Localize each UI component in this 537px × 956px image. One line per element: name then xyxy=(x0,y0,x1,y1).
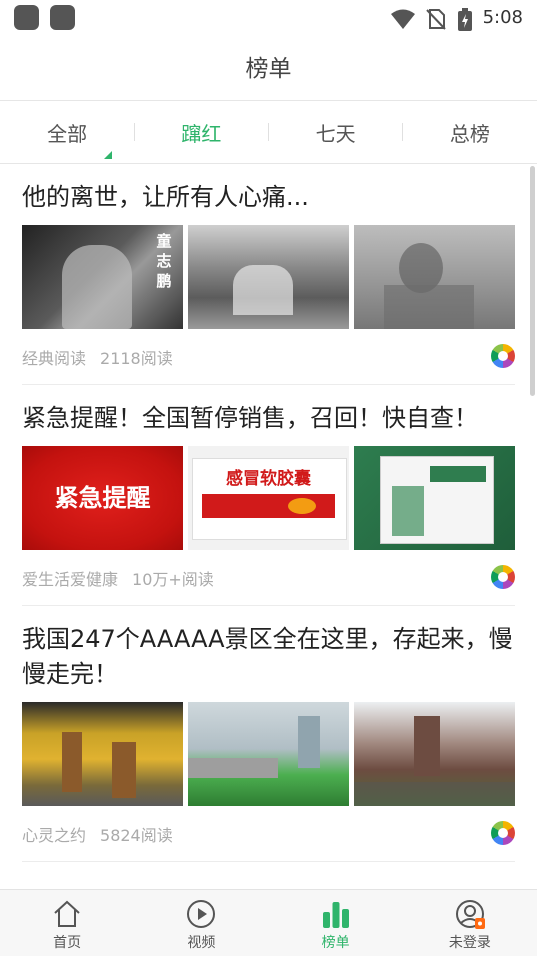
article-images xyxy=(22,702,515,806)
article-card[interactable]: 他的离世，让所有人心痛... 童志鹏 经典阅读 2118阅读 xyxy=(22,164,515,385)
source-logo-icon xyxy=(491,344,515,368)
battery-icon xyxy=(458,8,472,31)
nav-video[interactable]: 视频 xyxy=(134,890,268,956)
article-image xyxy=(354,446,515,550)
tab-overall-label: 总榜 xyxy=(449,121,490,146)
article-title[interactable]: 紧急提醒！全国暂停销售，召回！快自查！ xyxy=(22,401,515,436)
article-meta: 爱生活爱健康 10万+阅读 xyxy=(22,550,515,605)
article-image: 感冒软胶囊 xyxy=(188,446,349,550)
source-logo-icon xyxy=(491,821,515,845)
article-image xyxy=(188,225,349,329)
article-image xyxy=(354,702,515,806)
wifi-icon xyxy=(391,9,415,29)
article-image xyxy=(22,702,183,806)
article-images: 紧急提醒 感冒软胶囊 xyxy=(22,446,515,550)
dropdown-caret-icon xyxy=(104,150,113,159)
article-meta: 心灵之约 5824阅读 xyxy=(22,806,515,861)
tab-seven-days-label: 七天 xyxy=(315,121,356,146)
article-image: 紧急提醒 xyxy=(22,446,183,550)
play-icon xyxy=(187,900,216,928)
tab-trending[interactable]: 蹿红 xyxy=(134,118,268,147)
page-title: 榜单 xyxy=(0,38,537,101)
nav-ranking[interactable]: 榜单 xyxy=(269,890,403,956)
article-title[interactable]: 我国247个AAAAA景区全在这里，存起来，慢慢走完！ xyxy=(22,622,515,692)
article-source: 心灵之约 xyxy=(22,825,87,845)
article-source: 经典阅读 xyxy=(22,348,87,368)
article-read-count: 2118阅读 xyxy=(100,348,173,368)
article-read-count: 5824阅读 xyxy=(100,825,173,845)
no-sim-icon xyxy=(426,9,446,30)
article-title[interactable]: 他的离世，让所有人心痛... xyxy=(22,180,515,215)
tab-all-label: 全部 xyxy=(47,121,88,146)
article-card[interactable]: 我国247个AAAAA景区全在这里，存起来，慢慢走完！ 心灵之约 5824阅读 xyxy=(22,606,515,862)
nav-home[interactable]: 首页 xyxy=(0,890,134,956)
clock: 5:08 xyxy=(482,7,523,28)
article-source: 爱生活爱健康 xyxy=(22,569,119,589)
status-bar: 5:08 xyxy=(0,0,537,38)
article-read-count: 10万+阅读 xyxy=(132,569,214,589)
article-card[interactable]: 紧急提醒！全国暂停销售，召回！快自查！ 紧急提醒 感冒软胶囊 爱生活爱健康 10… xyxy=(22,385,515,606)
tab-trending-label: 蹿红 xyxy=(181,121,222,146)
source-logo-icon xyxy=(491,565,515,589)
article-images: 童志鹏 xyxy=(22,225,515,329)
image-caption: 感冒软胶囊 xyxy=(226,469,311,489)
article-image xyxy=(354,225,515,329)
tab-seven-days[interactable]: 七天 xyxy=(269,118,403,147)
chart-icon xyxy=(322,902,349,928)
nav-profile-label: 未登录 xyxy=(448,935,491,951)
home-icon xyxy=(54,900,80,927)
article-meta: 经典阅读 2118阅读 xyxy=(22,329,515,384)
article-image xyxy=(188,702,349,806)
tab-bar: 全部 蹿红 七天 总榜 xyxy=(0,101,537,164)
article-image: 童志鹏 xyxy=(22,225,183,329)
notification-icon xyxy=(14,5,39,30)
nav-home-label: 首页 xyxy=(53,935,82,951)
nav-profile[interactable]: 未登录 xyxy=(403,890,537,956)
tab-all[interactable]: 全部 xyxy=(0,118,134,159)
article-feed[interactable]: 他的离世，让所有人心痛... 童志鹏 经典阅读 2118阅读 紧急提醒！全国暂停… xyxy=(0,164,537,890)
tab-overall[interactable]: 总榜 xyxy=(403,118,537,147)
user-icon xyxy=(455,900,485,929)
bottom-nav: 首页 视频 榜单 未登录 xyxy=(0,889,537,956)
nav-video-label: 视频 xyxy=(187,935,216,951)
nav-ranking-label: 榜单 xyxy=(321,935,350,951)
notification-icon-2 xyxy=(50,5,75,30)
feed-scrollbar[interactable] xyxy=(530,166,535,396)
image-caption: 紧急提醒 xyxy=(54,484,151,512)
image-caption: 童志鹏 xyxy=(156,232,172,290)
